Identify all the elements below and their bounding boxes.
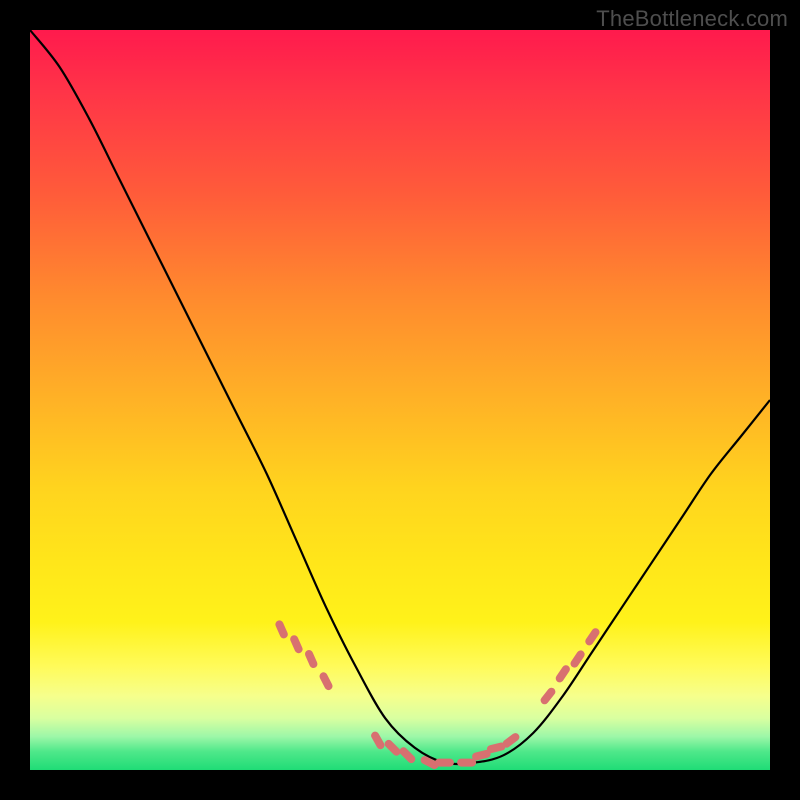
chart-container: TheBottleneck.com [0, 0, 800, 800]
watermark-text: TheBottleneck.com [596, 6, 788, 32]
highlight-mark [476, 754, 487, 757]
highlight-mark [507, 737, 516, 744]
highlight-mark [324, 676, 329, 686]
highlight-mark [389, 744, 397, 752]
curve-svg [30, 30, 770, 770]
highlight-mark [560, 669, 566, 678]
highlight-mark [404, 751, 412, 759]
plot-area [30, 30, 770, 770]
bottleneck-curve [30, 30, 770, 764]
highlight-mark [309, 654, 313, 664]
highlight-mark [294, 639, 298, 649]
highlight-mark [425, 760, 435, 765]
highlight-mark [375, 736, 380, 746]
highlight-marks [279, 624, 595, 765]
highlight-mark [589, 632, 595, 641]
highlight-mark [279, 624, 283, 634]
highlight-mark [491, 747, 502, 750]
highlight-mark [575, 654, 581, 663]
highlight-mark [545, 692, 552, 701]
